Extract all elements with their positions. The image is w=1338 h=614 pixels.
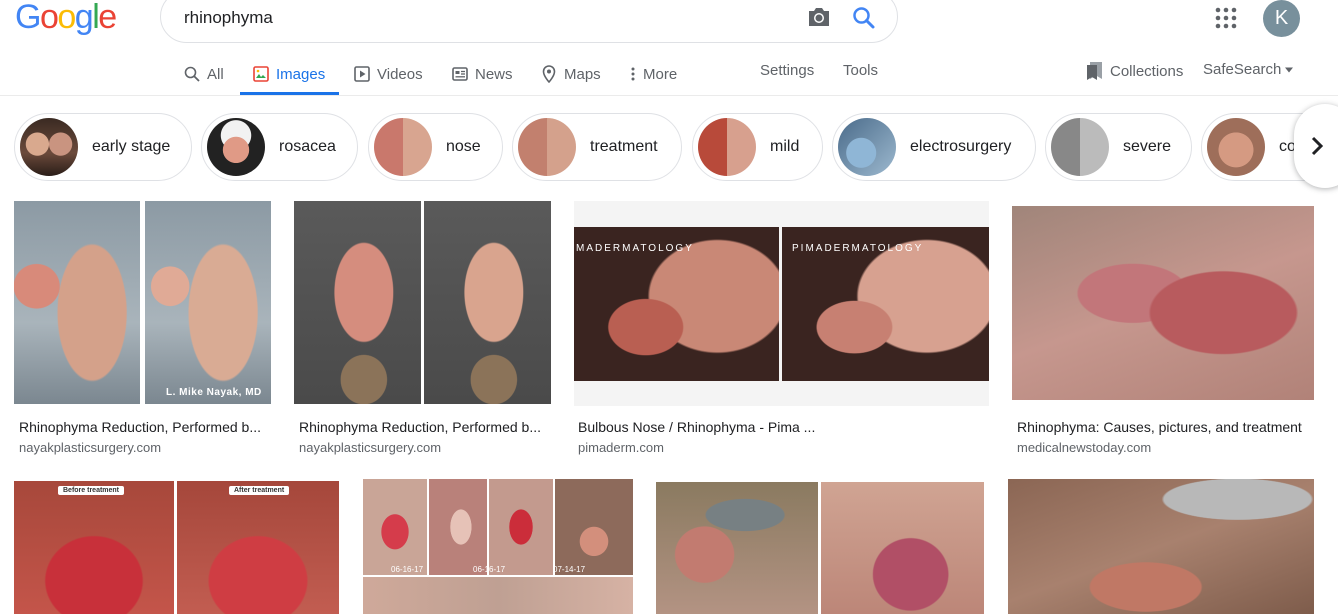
result-title[interactable]: Rhinophyma Reduction, Performed b... xyxy=(299,419,549,435)
apps-grid-icon[interactable] xyxy=(1215,7,1237,29)
chip-treatment[interactable]: treatment xyxy=(512,113,682,181)
google-logo[interactable]: Google xyxy=(15,0,117,36)
chevron-right-icon xyxy=(1311,136,1324,156)
camera-icon[interactable] xyxy=(806,5,832,29)
collections-button[interactable]: Collections xyxy=(1086,61,1183,81)
result-image xyxy=(1012,206,1314,400)
tab-label: News xyxy=(475,65,513,83)
result-image xyxy=(1008,479,1314,614)
tools-link[interactable]: Tools xyxy=(843,53,878,87)
result-source: pimaderm.com xyxy=(578,440,664,455)
chip-label: electrosurgery xyxy=(910,138,1012,155)
search-tabs: All Images Videos News Maps More Setting… xyxy=(0,53,1338,96)
image-watermark: MADERMATOLOGY xyxy=(576,243,694,254)
chip-label: treatment xyxy=(590,138,658,155)
logo-letter: o xyxy=(39,0,59,36)
tab-videos[interactable]: Videos xyxy=(354,53,423,95)
map-pin-icon xyxy=(542,65,556,83)
play-icon xyxy=(354,66,370,82)
logo-letter: G xyxy=(15,0,41,36)
result-source: nayakplasticsurgery.com xyxy=(19,440,162,455)
chip-early-stage[interactable]: early stage xyxy=(14,113,192,181)
logo-letter: o xyxy=(57,0,76,36)
chip-thumbnail xyxy=(698,118,756,176)
tab-label: Maps xyxy=(564,65,601,83)
avatar[interactable]: K xyxy=(1263,0,1300,37)
tab-label: Videos xyxy=(377,65,423,83)
chip-electrosurgery[interactable]: electrosurgery xyxy=(832,113,1036,181)
result-source: nayakplasticsurgery.com xyxy=(299,440,442,455)
search-icon xyxy=(184,66,200,82)
chip-thumbnail xyxy=(518,118,576,176)
result-image: MADERMATOLOGY PIMADERMATOLOGY xyxy=(574,201,989,406)
chip-label: severe xyxy=(1123,138,1172,155)
chip-label: rosacea xyxy=(279,138,336,155)
result-image: Before treatment After treatment xyxy=(14,481,339,614)
chip-thumbnail xyxy=(1051,118,1109,176)
chip-thumbnail xyxy=(1207,118,1265,176)
result-image: 06-16-17 06-16-17 07-14-17 xyxy=(363,479,633,614)
result-image xyxy=(294,201,551,404)
logo-letter: g xyxy=(74,0,94,36)
logo-letter: e xyxy=(98,0,117,36)
related-searches-chips: early stage rosacea nose treatment mild … xyxy=(0,113,1338,183)
chip-severe[interactable]: severe xyxy=(1045,113,1192,181)
more-vertical-icon xyxy=(631,67,635,81)
result-source: medicalnewstoday.com xyxy=(1017,440,1152,455)
chip-label: mild xyxy=(770,138,800,155)
result-image xyxy=(656,482,984,614)
result-title[interactable]: Rhinophyma Reduction, Performed b... xyxy=(19,419,269,435)
chip-label: early stage xyxy=(92,138,171,155)
image-label: Before treatment xyxy=(58,486,125,495)
result-title[interactable]: Bulbous Nose / Rhinophyma - Pima ... xyxy=(578,419,878,435)
chip-label: nose xyxy=(446,138,481,155)
image-date: 06-16-17 xyxy=(391,565,424,574)
image-label: After treatment xyxy=(229,486,290,495)
chip-nose[interactable]: nose xyxy=(368,113,503,181)
chip-thumbnail xyxy=(20,118,78,176)
chip-mild[interactable]: mild xyxy=(692,113,823,181)
tab-label: All xyxy=(207,65,224,83)
image-watermark: PIMADERMATOLOGY xyxy=(792,243,924,254)
result-image: L. Mike Nayak, MD xyxy=(14,201,271,404)
safesearch-button[interactable]: SafeSearch xyxy=(1203,61,1294,78)
search-input[interactable] xyxy=(184,5,784,31)
image-watermark: L. Mike Nayak, MD xyxy=(166,387,262,398)
search-box xyxy=(160,0,898,43)
caret-down-icon xyxy=(1285,67,1294,72)
tab-all[interactable]: All xyxy=(184,53,224,95)
chip-rosacea[interactable]: rosacea xyxy=(201,113,358,181)
image-date: 06-16-17 xyxy=(473,565,506,574)
collections-label: Collections xyxy=(1110,62,1184,80)
image-date: 07-14-17 xyxy=(553,565,586,574)
chip-thumbnail xyxy=(838,118,896,176)
safesearch-label: SafeSearch xyxy=(1203,61,1282,78)
chips-next-button[interactable] xyxy=(1294,104,1338,188)
chip-thumbnail xyxy=(374,118,432,176)
settings-link[interactable]: Settings xyxy=(760,53,814,87)
tab-maps[interactable]: Maps xyxy=(541,53,601,95)
bookmark-icon xyxy=(1087,62,1102,80)
search-icon[interactable] xyxy=(851,5,877,31)
news-icon xyxy=(452,67,468,81)
result-title[interactable]: Rhinophyma: Causes, pictures, and treatm… xyxy=(1017,419,1317,435)
tab-news[interactable]: News xyxy=(452,53,513,95)
chip-thumbnail xyxy=(207,118,265,176)
tab-more[interactable]: More xyxy=(630,53,677,95)
tab-images[interactable]: Images xyxy=(240,53,340,95)
tab-label: Images xyxy=(276,65,326,83)
image-icon xyxy=(253,66,269,82)
tab-label: More xyxy=(643,65,678,83)
